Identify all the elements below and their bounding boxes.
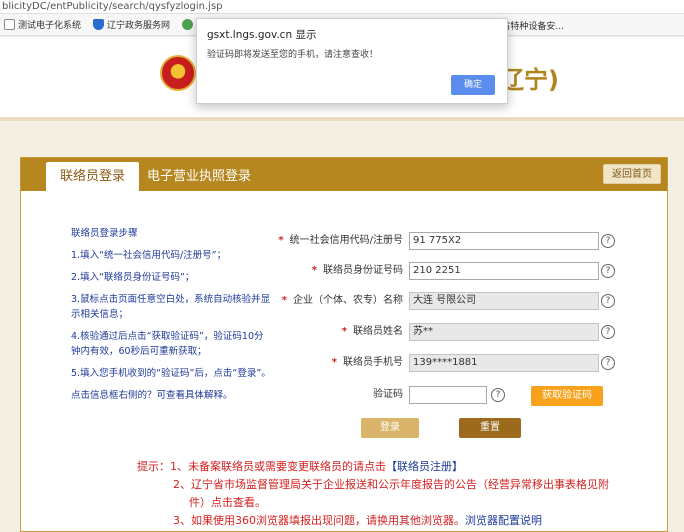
tip-text: 3、如果使用360浏览器填报出现问题，请换用其他浏览器。: [173, 514, 465, 527]
field-label: 联络员身份证号码: [323, 265, 403, 276]
tip-prefix: 提示：: [137, 460, 170, 473]
bookmark-label: 辽宁政务服务网: [107, 21, 171, 31]
url-text: blicityDC/entPublicity/search/qysfyzlogi…: [2, 1, 223, 12]
help-icon[interactable]: ?: [601, 356, 615, 370]
help-icon[interactable]: ?: [601, 294, 615, 308]
dialog-title: gsxt.lngs.gov.cn 显示: [207, 29, 317, 41]
field-label: 联络员手机号: [343, 357, 403, 368]
login-button[interactable]: 登录: [361, 418, 419, 438]
bookmark-test-system[interactable]: 测试电子化系统: [2, 18, 87, 31]
tab-bar: 联络员登录 电子营业执照登录 返回首页: [21, 158, 667, 191]
header-divider: [0, 117, 684, 121]
tab-e-license-login[interactable]: 电子营业执照登录: [133, 162, 265, 191]
field-label: 联络员姓名: [353, 326, 403, 337]
credit-code-input[interactable]: 91 775X2: [409, 232, 599, 250]
help-icon[interactable]: ?: [601, 325, 615, 339]
browser-config-link[interactable]: 浏览器配置说明: [465, 514, 542, 527]
steps-title: 联络员登录步骤: [71, 228, 138, 239]
login-panel: 联络员登录 电子营业执照登录 返回首页 联络员登录步骤 1.填入“统一社会信用代…: [20, 157, 668, 532]
help-icon[interactable]: ?: [601, 264, 615, 278]
tip-line-2-cont[interactable]: 件）点击查看。: [189, 494, 266, 512]
step-item: 4.核验通过后点击“获取验证码”，验证码10分钟内有效，60秒后可重新获取；: [71, 331, 264, 357]
reset-button[interactable]: 重置: [459, 418, 521, 438]
required-star: *: [281, 295, 287, 306]
step-item: 2.填入“联络员身份证号码”；: [71, 272, 195, 283]
step-item: 3.鼠标点击页面任意空白处，系统自动核验并显示相关信息；: [71, 294, 271, 320]
field-label: 统一社会信用代码/注册号: [289, 235, 403, 246]
globe-icon: [182, 19, 194, 30]
document-icon: [4, 19, 15, 30]
step-item: 1.填入“统一社会信用代码/注册号”；: [71, 250, 227, 261]
help-icon[interactable]: ?: [601, 234, 615, 248]
required-star: *: [278, 235, 284, 246]
tab-liaison-login[interactable]: 联络员登录: [46, 162, 140, 191]
phone-input: 139****1881: [409, 354, 599, 372]
verification-code-input[interactable]: [409, 386, 487, 404]
get-code-button[interactable]: 获取验证码: [531, 386, 603, 406]
help-icon[interactable]: ?: [491, 388, 505, 402]
tip-line-3: 3、如果使用360浏览器填报出现问题，请换用其他浏览器。浏览器配置说明: [173, 512, 542, 530]
field-label: 验证码: [373, 389, 403, 400]
address-bar[interactable]: blicityDC/entPublicity/search/qysfyzlogi…: [0, 0, 684, 14]
tip-line-2[interactable]: 2、辽宁省市场监督管理局关于企业报送和公示年度报告的公告（经营异常移出事表格见附: [173, 476, 609, 494]
required-star: *: [341, 326, 347, 337]
field-label: 企业（个体、农专）名称: [293, 295, 403, 306]
bookmark-special-equipment[interactable]: 省特种设备安...: [501, 19, 564, 32]
required-star: *: [331, 357, 337, 368]
id-number-input[interactable]: 210 2251: [409, 262, 599, 280]
liaison-register-link[interactable]: 【联络员注册】: [386, 460, 463, 473]
required-star: *: [311, 265, 317, 276]
tip-line-1: 提示：1、未备案联络员或需要变更联络员的请点击【联络员注册】: [137, 458, 463, 476]
dialog-message: 验证码即将发送至您的手机，请注意查收！: [207, 50, 379, 60]
steps-footer: 点击信息框右侧的？可查看具体解释。: [71, 390, 233, 401]
national-emblem-icon: [160, 55, 196, 91]
alert-dialog: gsxt.lngs.gov.cn 显示 验证码即将发送至您的手机，请注意查收！ …: [196, 18, 508, 104]
bookmark-label: 测试电子化系统: [18, 21, 82, 31]
login-steps: 联络员登录步骤 1.填入“统一社会信用代码/注册号”； 2.填入“联络员身份证号…: [71, 226, 271, 410]
site-title: 辽宁): [500, 66, 559, 94]
company-name-input: 大连 号限公司: [409, 292, 599, 310]
liaison-name-input: 苏**: [409, 323, 599, 341]
step-item: 5.填入您手机收到的“验证码”后，点击“登录”。: [71, 368, 271, 379]
shield-icon: [93, 19, 105, 30]
back-home-button[interactable]: 返回首页: [603, 164, 661, 184]
bookmark-liaoning-gov[interactable]: 辽宁政务服务网: [91, 18, 176, 31]
dialog-ok-button[interactable]: 确定: [451, 75, 495, 95]
tip-text: 1、未备案联络员或需要变更联络员的请点击: [170, 460, 386, 473]
